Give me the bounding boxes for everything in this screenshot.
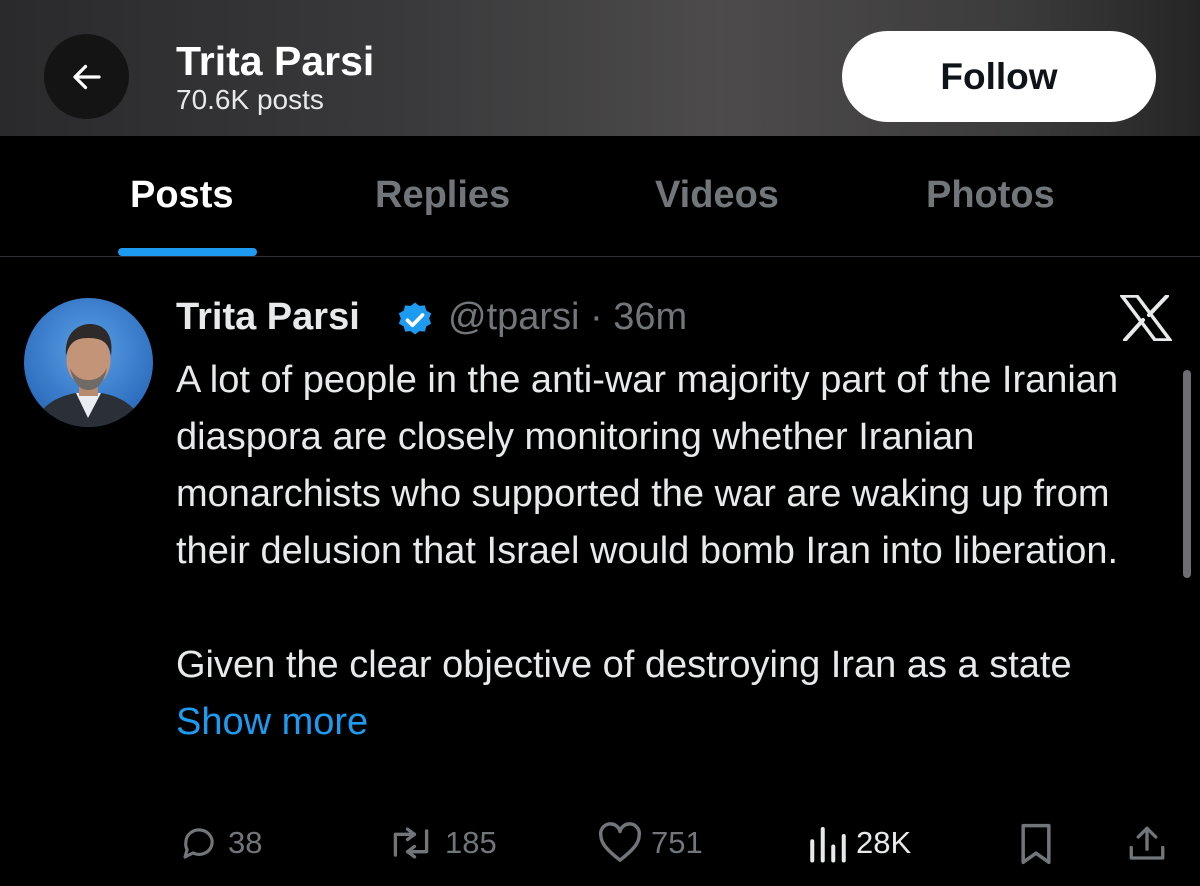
like-count: 751 [651,825,703,860]
post-paragraph-2: Given the clear objective of destroying … [176,637,1156,751]
post-paragraph-1: A lot of people in the anti-war majority… [176,359,1119,572]
post-body: A lot of people in the anti-war majority… [176,352,1156,751]
show-more-link[interactable]: Show more [176,701,368,743]
reply-count: 38 [228,825,263,860]
tab-posts[interactable]: Posts [130,174,233,217]
avatar[interactable] [24,298,153,427]
verified-badge-icon [398,302,432,335]
avatar-portrait [34,324,143,427]
x-logo-icon [1120,295,1172,341]
tabs-divider [0,256,1200,257]
scrollbar[interactable] [1183,370,1191,578]
arrow-left-icon [72,64,101,89]
tab-videos[interactable]: Videos [655,174,779,217]
active-tab-indicator [118,248,257,256]
views-count: 28K [856,825,912,860]
repost-icon [393,827,429,859]
share-icon [1129,826,1165,860]
post-paragraph-2-text: Given the clear objective of destroying … [176,644,1072,686]
repost-button[interactable]: 185 [385,822,497,864]
bookmark-button[interactable] [1016,822,1056,866]
heart-icon [598,822,642,862]
profile-header: Trita Parsi 70.6K posts Follow [0,0,1200,136]
post-handle-time[interactable]: @tparsi · 36m [448,296,687,339]
reply-icon [183,828,214,859]
profile-name: Trita Parsi [176,38,375,84]
repost-count: 185 [445,825,497,860]
tab-photos[interactable]: Photos [926,174,1055,217]
like-button[interactable]: 751 [597,822,703,864]
views-icon [810,826,846,863]
back-button[interactable] [44,34,129,119]
post-count: 70.6K posts [176,84,324,115]
follow-button[interactable]: Follow [842,31,1156,122]
share-button[interactable] [1126,822,1168,866]
tab-replies[interactable]: Replies [375,174,510,217]
views-button[interactable]: 28K [808,822,911,864]
reply-button[interactable]: 38 [178,822,262,864]
bookmark-icon [1021,823,1051,865]
post-author-name[interactable]: Trita Parsi [176,296,360,339]
